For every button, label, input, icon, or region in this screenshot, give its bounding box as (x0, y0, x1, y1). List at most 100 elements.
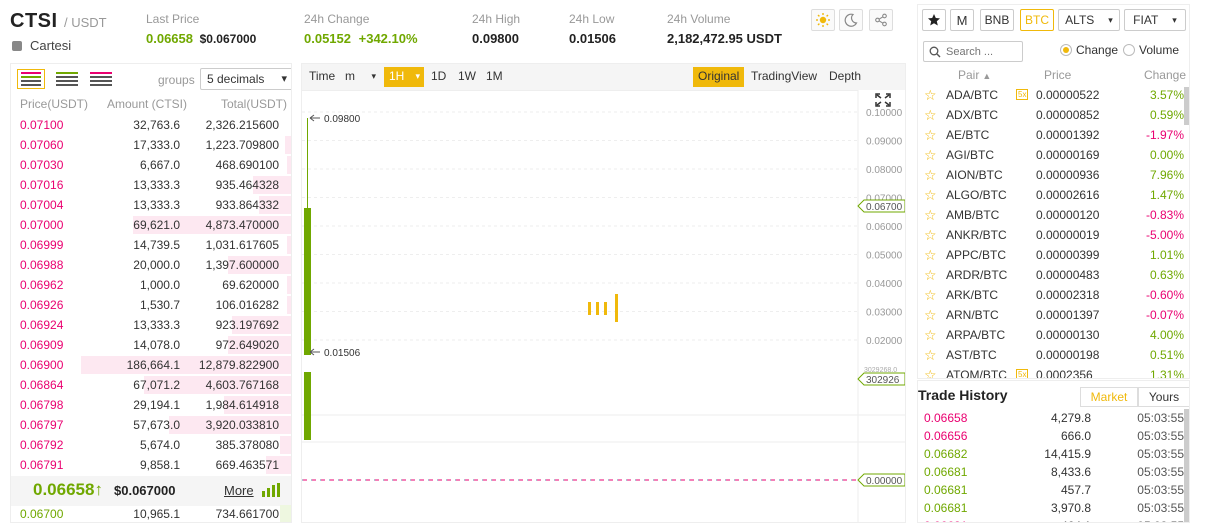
orderbook-asks-icon[interactable] (87, 69, 115, 89)
pair-row[interactable]: ☆ AMB/BTC 0.00000120 -0.83% (918, 205, 1186, 225)
trade-row: 0.06681 457.7 05:03:55 (918, 481, 1186, 499)
col-pair[interactable]: Pair ▲ (958, 68, 991, 82)
pair-row[interactable]: ☆ AST/BTC 0.00000198 0.51% (918, 345, 1186, 365)
sun-icon[interactable] (811, 9, 835, 31)
pair-row[interactable]: ☆ ADX/BTC 0.00000852 0.59% (918, 105, 1186, 125)
pair-row[interactable]: ☆ ALGO/BTC 0.00002616 1.47% (918, 185, 1186, 205)
pair-row[interactable]: ☆ ANKR/BTC 0.00000019 -5.00% (918, 225, 1186, 245)
tool-1m[interactable]: 1M (481, 67, 508, 87)
depth-bar (287, 236, 291, 254)
ask-row[interactable]: 0.06962 1,000.0 69.620000 (11, 275, 291, 295)
pair-row[interactable]: ☆ APPC/BTC 0.00000399 1.01% (918, 245, 1186, 265)
view-tradingview[interactable]: TradingView (746, 67, 822, 87)
star-icon[interactable]: ☆ (924, 227, 937, 244)
star-icon[interactable]: ☆ (924, 327, 937, 344)
tab-market[interactable]: Market (1080, 387, 1138, 407)
decimals-select[interactable]: 5 decimals (200, 68, 291, 90)
chevron-down-icon: ▾ (1108, 14, 1113, 25)
star-icon[interactable]: ☆ (924, 347, 937, 364)
pair-row[interactable]: ☆ ATOM/BTC 5x 0.0002356 1.31% (918, 365, 1186, 378)
bid-row[interactable]: 0.06700 10,965.1 734.661700 (11, 504, 291, 522)
ask-row[interactable]: 0.06791 9,858.1 669.463571 (11, 455, 291, 475)
ask-row[interactable]: 0.06900 186,664.1 12,879.822900 (11, 355, 291, 375)
star-icon[interactable]: ☆ (924, 107, 937, 124)
view-depth[interactable]: Depth (824, 67, 866, 87)
ask-row[interactable]: 0.07016 13,333.3 935.464328 (11, 175, 291, 195)
ask-row[interactable]: 0.06926 1,530.7 106.016282 (11, 295, 291, 315)
ask-row[interactable]: 0.07030 6,667.0 468.690100 (11, 155, 291, 175)
scrollbar[interactable] (1184, 409, 1189, 522)
ask-amount: 6,667.0 (139, 158, 180, 172)
star-icon[interactable]: ☆ (924, 207, 937, 224)
pair-row[interactable]: ☆ ARDR/BTC 0.00000483 0.63% (918, 265, 1186, 285)
star-icon[interactable]: ☆ (924, 247, 937, 264)
ask-row[interactable]: 0.07060 17,333.0 1,223.709800 (11, 135, 291, 155)
view-original[interactable]: Original (693, 67, 745, 87)
ask-row[interactable]: 0.06909 14,078.0 972.649020 (11, 335, 291, 355)
ask-row[interactable]: 0.06999 14,739.5 1,031.617605 (11, 235, 291, 255)
pair-row[interactable]: ☆ AGI/BTC 0.00000169 0.00% (918, 145, 1186, 165)
tab-fiat[interactable]: FIAT ▾ (1124, 9, 1186, 31)
pair-row[interactable]: ☆ ARK/BTC 0.00002318 -0.60% (918, 285, 1186, 305)
star-icon[interactable]: ☆ (924, 187, 937, 204)
ask-row[interactable]: 0.06924 13,333.3 923.197692 (11, 315, 291, 335)
ask-row[interactable]: 0.06797 57,673.0 3,920.033810 (11, 415, 291, 435)
trade-amount: 14,415.9 (1044, 447, 1091, 461)
tool-1d[interactable]: 1D (426, 67, 451, 87)
col-change[interactable]: Change (1144, 68, 1186, 82)
star-icon[interactable]: ☆ (924, 167, 937, 184)
pair-row[interactable]: ☆ ARN/BTC 0.00001397 -0.07% (918, 305, 1186, 325)
tab-yours[interactable]: Yours (1138, 387, 1189, 407)
sort-volume-radio[interactable]: Volume (1123, 43, 1179, 57)
ask-row[interactable]: 0.06798 29,194.1 1,984.614918 (11, 395, 291, 415)
tab-btc[interactable]: BTC (1020, 9, 1054, 31)
ask-row[interactable]: 0.06792 5,674.0 385.378080 (11, 435, 291, 455)
fullscreen-icon[interactable] (875, 67, 891, 107)
tab-alts[interactable]: ALTS ▾ (1058, 9, 1120, 31)
depth-bar (287, 296, 291, 314)
tool-1h[interactable]: 1H ▾ (384, 67, 424, 87)
search-input[interactable] (946, 44, 1020, 59)
star-icon[interactable]: ☆ (924, 127, 937, 144)
tool-time[interactable]: Time (304, 67, 340, 87)
order-book: groups 5 decimals Price(USDT) Amount (CT… (10, 63, 292, 523)
star-icon[interactable]: ☆ (924, 367, 937, 378)
scrollbar[interactable] (1184, 87, 1189, 125)
pair-row[interactable]: ☆ AE/BTC 0.00001392 -1.97% (918, 125, 1186, 145)
star-icon[interactable]: ☆ (924, 267, 937, 284)
chevron-down-icon: ▾ (415, 71, 420, 81)
star-icon[interactable]: ☆ (924, 307, 937, 324)
ask-row[interactable]: 0.06988 20,000.0 1,397.600000 (11, 255, 291, 275)
share-icon[interactable] (869, 9, 893, 31)
pair-row[interactable]: ☆ ARPA/BTC 0.00000130 4.00% (918, 325, 1186, 345)
ask-row[interactable]: 0.07004 13,333.3 933.864332 (11, 195, 291, 215)
current-price-tag: 0.06700 (857, 199, 905, 213)
star-icon[interactable]: ☆ (924, 87, 937, 104)
star-icon[interactable]: ☆ (924, 287, 937, 304)
favorites-star-icon[interactable] (922, 9, 946, 31)
margin-tab[interactable]: M (950, 9, 974, 31)
sort-change-radio[interactable]: Change (1060, 43, 1118, 57)
coin-name[interactable]: Cartesi (12, 38, 71, 53)
pair-search[interactable] (923, 41, 1023, 62)
tab-bnb[interactable]: BNB (980, 9, 1014, 31)
ask-row[interactable]: 0.07000 69,621.0 4,873.470000 (11, 215, 291, 235)
tool-1w[interactable]: 1W (453, 67, 481, 87)
moon-icon[interactable] (839, 9, 863, 31)
ask-row[interactable]: 0.06864 67,071.2 4,603.767168 (11, 375, 291, 395)
last-price-label: Last Price (146, 12, 200, 26)
orderbook-both-icon[interactable] (17, 69, 45, 89)
chevron-down-icon: ▾ (371, 71, 376, 81)
ask-total: 1,223.709800 (205, 138, 279, 152)
star-icon[interactable]: ☆ (924, 147, 937, 164)
tool-minutes[interactable]: m ▾ (340, 67, 380, 87)
more-link[interactable]: More (224, 483, 254, 498)
depth-bar (280, 505, 291, 522)
pair-row[interactable]: ☆ AION/BTC 0.00000936 7.96% (918, 165, 1186, 185)
pair-row[interactable]: ☆ ADA/BTC 5x 0.00000522 3.57% (918, 85, 1186, 105)
chart-canvas[interactable]: 0.100000.090000.080000.070000.060000.050… (302, 90, 905, 522)
orderbook-bids-icon[interactable] (53, 69, 81, 89)
ask-row[interactable]: 0.07100 32,763.6 2,326.215600 (11, 115, 291, 135)
col-price[interactable]: Price (1044, 68, 1071, 82)
ask-amount: 5,674.0 (139, 438, 180, 452)
